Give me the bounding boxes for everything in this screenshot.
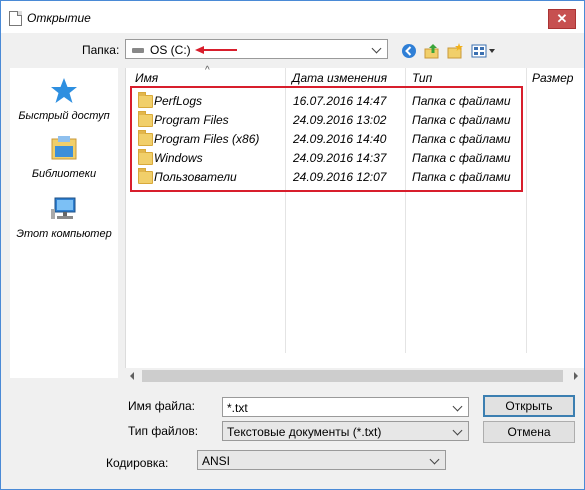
view-menu-icon[interactable] xyxy=(471,43,497,59)
filename-label: Имя файла: xyxy=(128,399,195,413)
column-header-name[interactable]: Имя xyxy=(135,68,158,88)
open-button[interactable]: Открыть xyxy=(483,395,575,417)
filetype-value: Текстовые документы (*.txt) xyxy=(227,425,382,439)
red-highlight-box xyxy=(130,86,523,192)
chevron-down-icon xyxy=(429,453,441,465)
folder-label: Папка: xyxy=(82,43,120,57)
column-header-date[interactable]: Дата изменения xyxy=(292,68,387,88)
drive-icon xyxy=(132,48,144,53)
places-sidebar: Быстрый доступ Библиотеки Этот компьютер xyxy=(10,68,118,378)
open-dialog: Открытие ✕ Папка: OS (C:) Быстрый доступ… xyxy=(0,0,585,490)
encoding-value: ANSI xyxy=(202,454,231,468)
close-button[interactable]: ✕ xyxy=(548,9,576,29)
window-title: Открытие xyxy=(27,11,91,25)
star-icon xyxy=(51,78,77,103)
up-folder-icon[interactable] xyxy=(424,43,440,59)
sidebar-item-libraries[interactable]: Библиотеки xyxy=(10,134,118,180)
column-header-type[interactable]: Тип xyxy=(412,68,432,88)
filename-value: *.txt xyxy=(227,401,248,415)
sidebar-item-quick-access[interactable]: Быстрый доступ xyxy=(10,76,118,122)
chevron-down-icon xyxy=(371,42,383,54)
chevron-down-icon xyxy=(452,400,464,412)
folder-combo[interactable]: OS (C:) xyxy=(125,39,388,59)
title-bar: Открытие ✕ xyxy=(1,1,584,33)
horizontal-scrollbar[interactable] xyxy=(125,368,583,384)
scrollbar-thumb[interactable] xyxy=(142,370,563,382)
encoding-label: Кодировка: xyxy=(106,456,169,470)
filetype-select[interactable]: Текстовые документы (*.txt) xyxy=(222,421,469,441)
sort-caret: ^ xyxy=(205,65,210,76)
scroll-left-icon[interactable] xyxy=(130,372,134,380)
document-icon xyxy=(9,11,22,26)
folder-value: OS (C:) xyxy=(150,43,191,57)
scroll-right-icon[interactable] xyxy=(574,372,578,380)
column-header-size[interactable]: Размер xyxy=(532,68,573,88)
cancel-button[interactable]: Отмена xyxy=(483,421,575,443)
filename-input[interactable]: *.txt xyxy=(222,397,469,417)
sidebar-item-label: Библиотеки xyxy=(31,168,97,180)
filetype-label: Тип файлов: xyxy=(128,424,199,438)
sidebar-item-this-pc[interactable]: Этот компьютер xyxy=(10,194,118,240)
computer-icon xyxy=(51,197,76,219)
libraries-icon xyxy=(51,136,77,160)
new-folder-icon[interactable] xyxy=(447,43,463,59)
chevron-down-icon xyxy=(452,424,464,436)
sidebar-item-label: Быстрый доступ xyxy=(18,110,110,122)
encoding-select[interactable]: ANSI xyxy=(197,450,446,470)
back-icon[interactable] xyxy=(401,43,417,59)
red-arrow-annotation xyxy=(195,46,237,54)
sidebar-item-label: Этот компьютер xyxy=(16,228,112,240)
